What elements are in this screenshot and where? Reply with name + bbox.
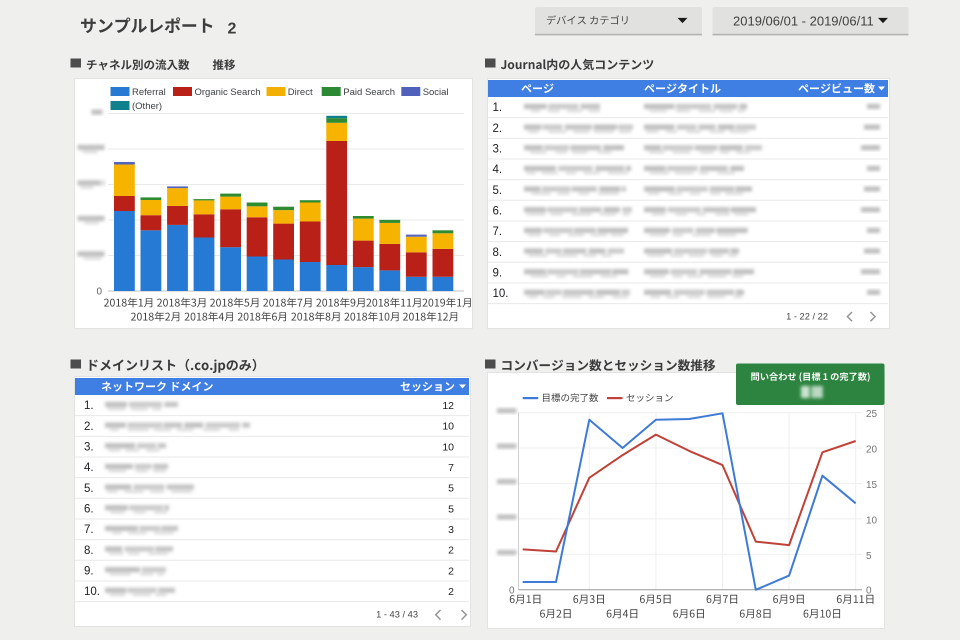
svg-text:2: 2	[228, 21, 237, 38]
svg-text:1 - 43 / 43: 1 - 43 / 43	[376, 610, 418, 620]
svg-text:6.: 6.	[493, 206, 503, 218]
svg-text:0: 0	[96, 287, 102, 298]
svg-text:3: 3	[448, 524, 454, 536]
svg-text:5: 5	[448, 503, 454, 515]
svg-text:20: 20	[866, 445, 878, 456]
svg-text:3.: 3.	[84, 442, 94, 454]
svg-text:1.: 1.	[493, 102, 503, 114]
svg-text:(Other): (Other)	[132, 101, 162, 112]
svg-text:5: 5	[448, 483, 454, 495]
svg-text:2: 2	[448, 545, 454, 557]
svg-text:1 - 22 / 22: 1 - 22 / 22	[786, 312, 828, 322]
svg-text:Social: Social	[423, 87, 449, 98]
svg-text:8.: 8.	[493, 247, 503, 259]
svg-text:Paid Search: Paid Search	[343, 87, 395, 98]
svg-text:5: 5	[866, 551, 872, 562]
svg-text:7: 7	[448, 462, 454, 474]
svg-text:7.: 7.	[84, 524, 94, 536]
svg-text:15: 15	[866, 480, 878, 491]
svg-text:7.: 7.	[493, 226, 503, 238]
svg-text:4.: 4.	[493, 164, 503, 176]
svg-text:2: 2	[448, 565, 454, 577]
svg-text:10.: 10.	[493, 288, 509, 300]
svg-text:10.: 10.	[84, 586, 100, 598]
svg-text:8.: 8.	[84, 545, 94, 557]
svg-text:10: 10	[442, 421, 454, 433]
svg-text:10: 10	[442, 441, 454, 453]
svg-text:0: 0	[509, 586, 515, 597]
svg-text:4.: 4.	[84, 462, 94, 474]
svg-text:12: 12	[442, 400, 454, 412]
svg-text:10: 10	[866, 515, 878, 526]
svg-text:2019/06/01 - 2019/06/11: 2019/06/01 - 2019/06/11	[733, 13, 874, 28]
svg-text:1.: 1.	[84, 400, 94, 412]
svg-text:Organic Search: Organic Search	[195, 87, 261, 98]
svg-text:9.: 9.	[84, 565, 94, 577]
svg-text:Referral: Referral	[132, 87, 166, 98]
svg-text:2.: 2.	[84, 421, 94, 433]
svg-text:5.: 5.	[84, 483, 94, 495]
svg-text:9.: 9.	[493, 267, 503, 279]
svg-text:25: 25	[866, 409, 878, 420]
svg-text:2.: 2.	[493, 123, 503, 135]
svg-text:6.: 6.	[84, 504, 94, 516]
svg-text:5.: 5.	[493, 185, 503, 197]
svg-text:3.: 3.	[493, 144, 503, 156]
svg-text:Direct: Direct	[288, 87, 313, 98]
svg-text:2: 2	[448, 586, 454, 598]
